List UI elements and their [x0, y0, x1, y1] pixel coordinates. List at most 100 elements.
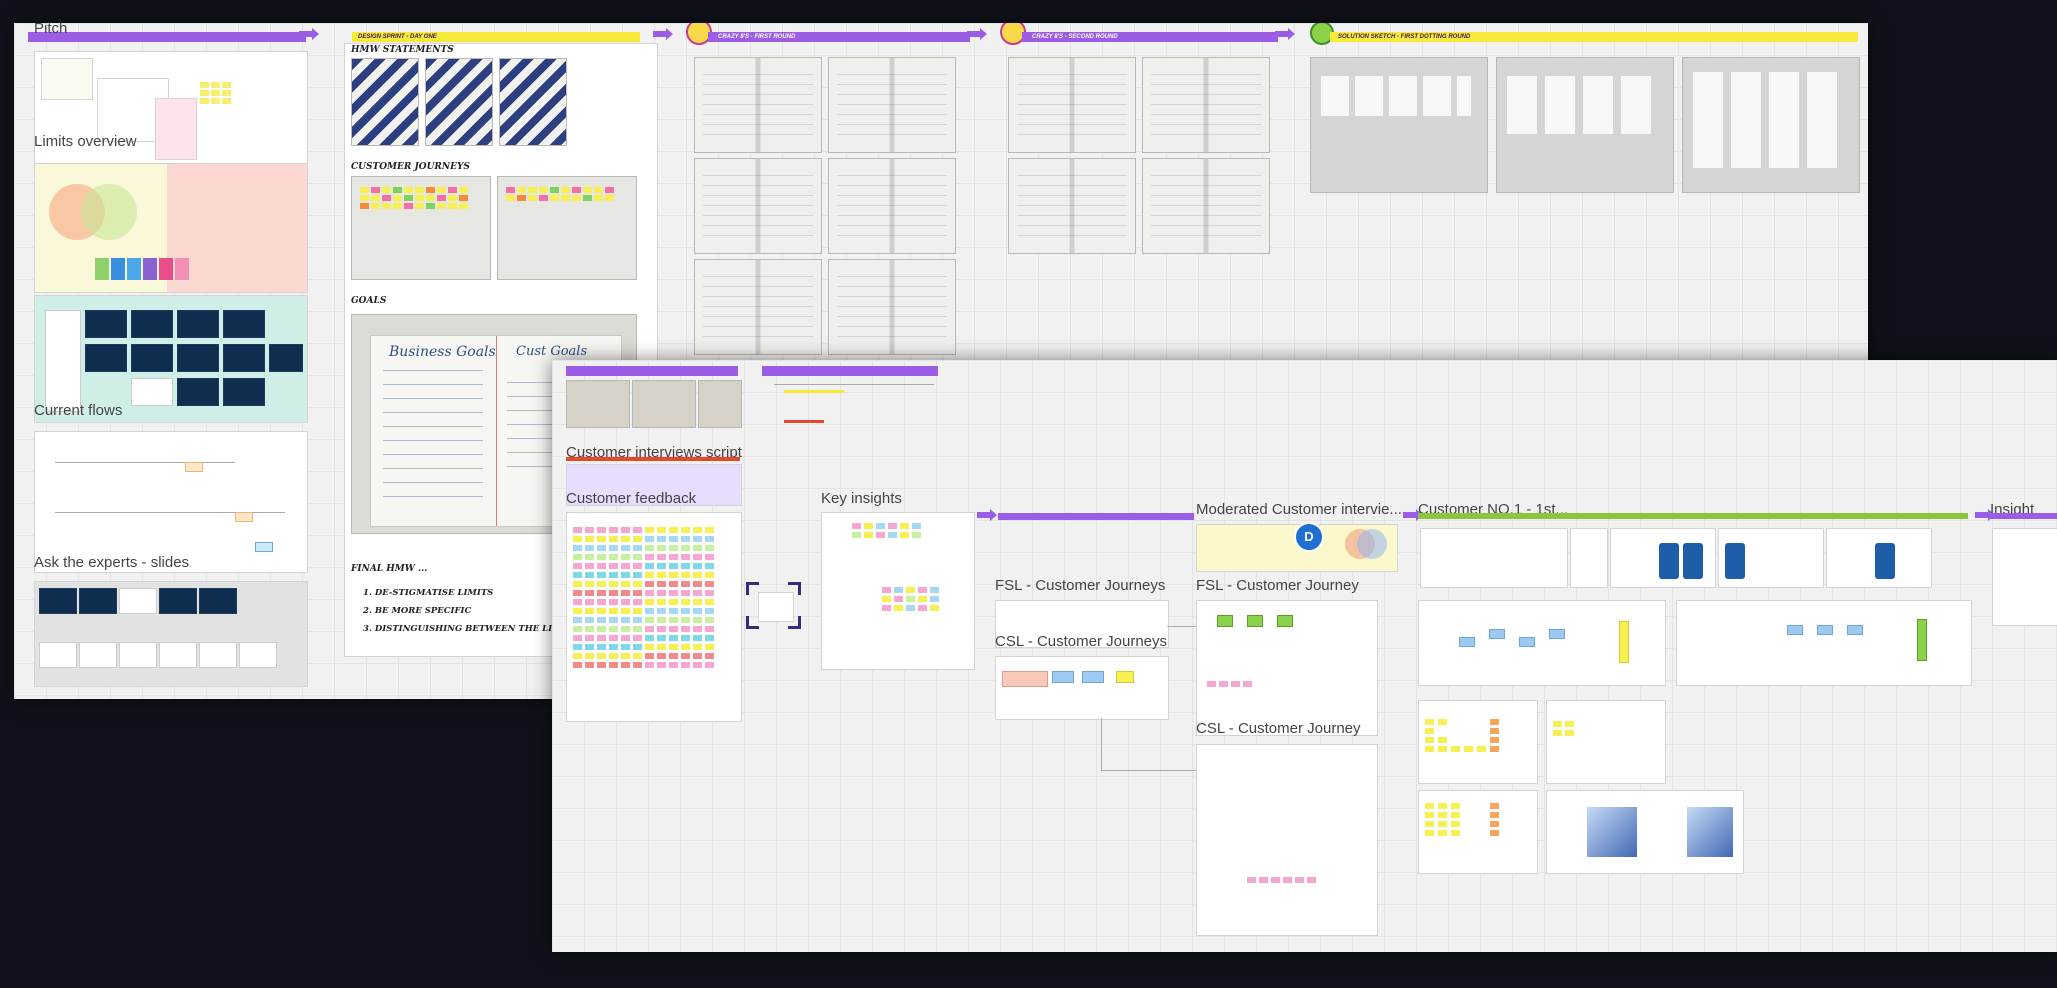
crazy8-first-header-text: CRAZY 8'S - FIRST ROUND — [718, 34, 796, 40]
sticky-note — [681, 662, 690, 668]
frame-title-fsl-journeys[interactable]: FSL - Customer Journeys — [995, 577, 1165, 594]
frame-title-key-insights[interactable]: Key insights — [821, 490, 902, 507]
sticky-note — [645, 662, 654, 668]
phone-mockup — [1725, 543, 1745, 579]
paper-sheets — [1507, 76, 1657, 134]
sticky-note — [669, 536, 678, 542]
final-hmw-title: FINAL HMW ... — [351, 564, 428, 574]
flow-node — [1519, 637, 1535, 647]
ask-experts-frame[interactable] — [34, 581, 308, 687]
frame-title-current-flows[interactable]: Current flows — [34, 402, 122, 419]
insight-frame[interactable] — [1992, 528, 2057, 626]
sticky-note — [621, 608, 630, 614]
sticky-cluster — [852, 523, 921, 538]
sticky-board[interactable] — [1418, 790, 1538, 874]
sticky-note — [669, 554, 678, 560]
flow-node — [1489, 629, 1505, 639]
sticky-note — [633, 599, 642, 605]
sticky-cluster — [1207, 681, 1252, 687]
screen-card[interactable] — [1826, 528, 1932, 588]
sticky-note — [705, 599, 714, 605]
sticky-note — [657, 572, 666, 578]
limits-overview-frame[interactable] — [34, 163, 308, 293]
highlight-strip — [784, 390, 844, 393]
sticky-note — [609, 608, 618, 614]
slide-thumb — [131, 310, 173, 338]
frame-title-customer-feedback[interactable]: Customer feedback — [566, 490, 696, 507]
sticky-note — [573, 617, 582, 623]
section-header-bar — [998, 513, 1194, 520]
highlight-strip — [784, 420, 824, 423]
frame-title-limits-overview[interactable]: Limits overview — [34, 133, 137, 150]
sticky-note — [573, 590, 582, 596]
customer-journeys-title: CUSTOMER JOURNEYS — [351, 162, 470, 172]
sticky-note — [705, 644, 714, 650]
sticky-board[interactable] — [1546, 700, 1666, 784]
sticky-note — [633, 536, 642, 542]
collaborator-avatar[interactable]: D — [1294, 522, 1324, 552]
phone-mockup — [1875, 543, 1895, 579]
journey-flow-frame[interactable] — [1418, 600, 1666, 686]
frame-title-fsl-journey[interactable]: FSL - Customer Journey — [1196, 577, 1359, 594]
sticky-note — [585, 536, 594, 542]
sticky-note — [573, 653, 582, 659]
pitch-card — [41, 58, 93, 100]
section-header-bar — [762, 366, 938, 376]
csl-journeys-frame[interactable] — [995, 656, 1169, 720]
sticky-note — [609, 635, 618, 641]
frame-title-moderated-interviews[interactable]: Moderated Customer intervie... — [1196, 501, 1402, 518]
sticky-note — [645, 644, 654, 650]
sticky-board[interactable] — [1418, 700, 1538, 784]
sticky-note — [669, 563, 678, 569]
sticky-note — [645, 635, 654, 641]
sticky-note — [609, 617, 618, 623]
flow-node — [1217, 615, 1233, 627]
slide-thumb — [199, 642, 237, 668]
journey-flow-frame[interactable] — [1676, 600, 1972, 686]
sticky-note — [669, 653, 678, 659]
sticky-note — [681, 626, 690, 632]
sticky-note — [657, 536, 666, 542]
sketch-photo — [694, 259, 822, 355]
screen-card[interactable] — [1610, 528, 1716, 588]
sticky-note — [645, 536, 654, 542]
frame-title-csl-journeys[interactable]: CSL - Customer Journeys — [995, 633, 1167, 650]
key-insights-frame[interactable] — [821, 512, 975, 670]
slide-thumb — [85, 310, 127, 338]
sticky-note — [669, 545, 678, 551]
current-flows-frame[interactable] — [34, 431, 308, 573]
csl-journey-frame[interactable] — [1196, 744, 1378, 936]
flow-node — [1052, 671, 1074, 683]
sticky-note — [657, 608, 666, 614]
frame-title-ask-the-experts[interactable]: Ask the experts - slides — [34, 554, 189, 571]
note-card[interactable] — [1570, 528, 1608, 588]
sticky-note — [609, 590, 618, 596]
customer-feedback-frame[interactable] — [566, 512, 742, 722]
workshop-photo — [698, 380, 742, 428]
sticky-note — [681, 653, 690, 659]
sticky-note — [681, 527, 690, 533]
sticky-note — [633, 635, 642, 641]
flow-connector — [1101, 770, 1196, 771]
sticky-note — [705, 581, 714, 587]
frame-title-csl-journey[interactable]: CSL - Customer Journey — [1196, 720, 1361, 737]
sticky-note — [609, 545, 618, 551]
matrix-board[interactable] — [1546, 790, 1744, 874]
selected-note[interactable] — [758, 592, 794, 622]
handwriting — [383, 370, 483, 510]
slide-thumb — [269, 344, 303, 372]
whiteboard-canvas-bottom[interactable]: Customer interviews script Customer feed… — [552, 360, 2057, 952]
sticky-note — [585, 527, 594, 533]
sticky-note — [633, 581, 642, 587]
screen-card[interactable] — [1718, 528, 1824, 588]
fsl-journey-frame[interactable] — [1196, 600, 1378, 736]
sticky-note — [693, 536, 702, 542]
sketch-photo — [828, 57, 956, 153]
frame-title-pitch[interactable]: Pitch — [34, 23, 67, 37]
note-card[interactable] — [1420, 528, 1568, 588]
flow-node — [1817, 625, 1833, 635]
pitch-frame[interactable] — [34, 51, 308, 179]
sticky-cluster — [882, 587, 939, 611]
sticky-note — [657, 626, 666, 632]
sticky-note — [573, 554, 582, 560]
